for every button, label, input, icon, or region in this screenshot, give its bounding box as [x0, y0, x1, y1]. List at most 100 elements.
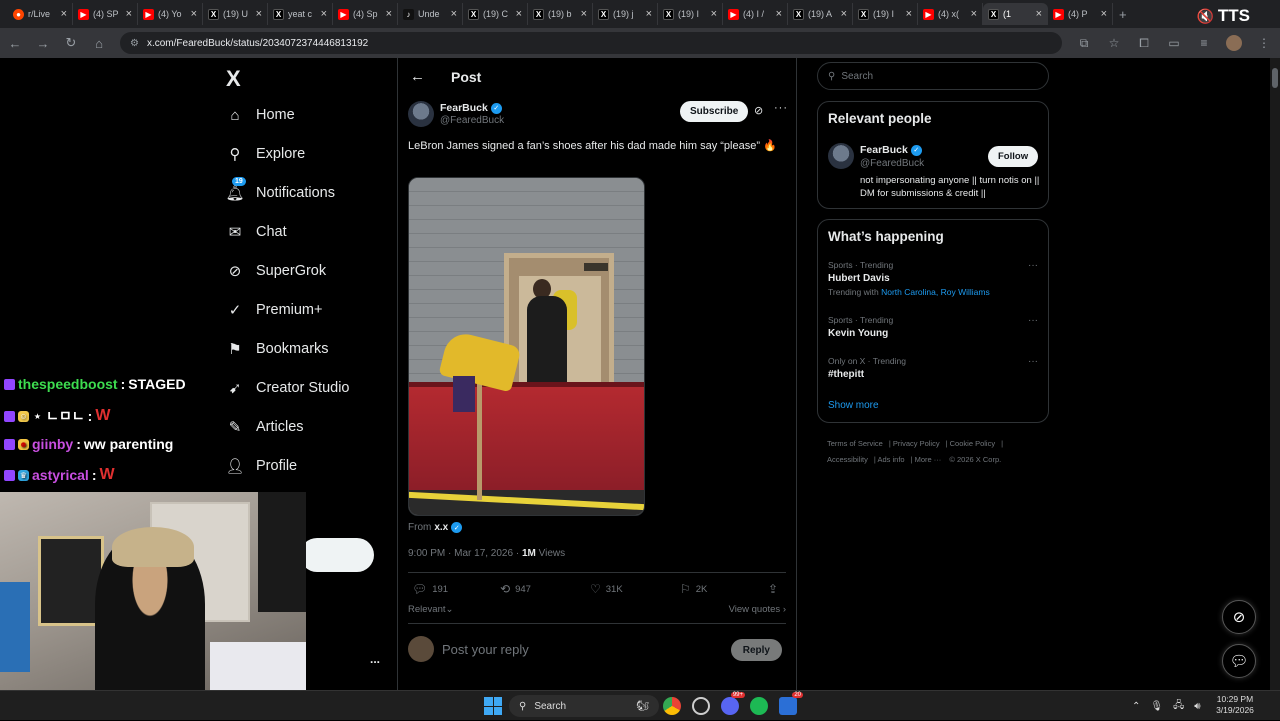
- new-tab-button[interactable]: +: [1119, 7, 1127, 22]
- back-arrow-icon[interactable]: ←: [410, 68, 425, 85]
- footer-link[interactable]: More ···: [915, 455, 942, 464]
- browser-tab[interactable]: ▶ (4) SP ×: [73, 3, 138, 25]
- spotify-icon[interactable]: [750, 697, 768, 715]
- author-avatar[interactable]: [408, 101, 434, 127]
- taskbar-search[interactable]: ⚲ Search 🐿︎: [509, 695, 659, 717]
- tab-close-icon[interactable]: ×: [906, 8, 912, 20]
- scrollbar-thumb[interactable]: [1272, 68, 1278, 88]
- messages-fab-icon[interactable]: 💬︎: [1222, 644, 1256, 678]
- grok-icon[interactable]: ⊘: [754, 104, 763, 117]
- browser-tab[interactable]: ▶ (4) P ×: [1048, 3, 1113, 25]
- browser-tab[interactable]: ● r/Live ×: [8, 3, 73, 25]
- sort-dropdown[interactable]: Relevant⌄: [408, 604, 453, 615]
- tab-close-icon[interactable]: ×: [451, 8, 457, 20]
- nav-creator-studio[interactable]: ➹ Creator Studio: [226, 379, 350, 397]
- more-options-icon[interactable]: ···: [1028, 260, 1038, 271]
- show-more-link[interactable]: Show more: [828, 400, 879, 411]
- install-app-icon[interactable]: ⧉: [1076, 36, 1092, 51]
- reload-icon[interactable]: ↻: [64, 35, 78, 51]
- x-logo[interactable]: X: [226, 66, 241, 92]
- tab-close-icon[interactable]: ×: [386, 8, 392, 20]
- tab-close-icon[interactable]: ×: [776, 8, 782, 20]
- grok-fab-icon[interactable]: ⊘: [1222, 600, 1256, 634]
- tab-close-icon[interactable]: ×: [516, 8, 522, 20]
- nav-bookmarks[interactable]: ⚑ Bookmarks: [226, 340, 328, 358]
- volume-icon[interactable]: 🔊︎: [1194, 701, 1200, 712]
- account-more-button[interactable]: ...: [370, 652, 380, 666]
- browser-tab[interactable]: ▶ (4) Sp ×: [333, 3, 398, 25]
- reply-input[interactable]: Post your reply: [442, 642, 529, 657]
- nav-home[interactable]: ⌂ Home: [226, 106, 294, 124]
- forward-icon[interactable]: →: [36, 36, 50, 51]
- tab-close-icon[interactable]: ×: [971, 8, 977, 20]
- more-options-icon[interactable]: ···: [774, 102, 788, 114]
- back-icon[interactable]: ←: [8, 36, 22, 51]
- search-input[interactable]: ⚲ Search: [817, 62, 1049, 90]
- discord-icon[interactable]: 99+: [721, 692, 745, 715]
- bookmark-star-icon[interactable]: ☆: [1106, 36, 1122, 50]
- post-video[interactable]: [408, 177, 645, 516]
- browser-tab[interactable]: X (1 ×: [983, 3, 1048, 25]
- tab-close-icon[interactable]: ×: [1101, 8, 1107, 20]
- browser-tab[interactable]: X (19) j ×: [593, 3, 658, 25]
- tab-close-icon[interactable]: ×: [646, 8, 652, 20]
- trend-item[interactable]: Sports · Trending Hubert Davis Trending …: [828, 260, 1042, 297]
- browser-tab[interactable]: X (19) U ×: [203, 3, 268, 25]
- home-button-icon[interactable]: ⌂: [92, 36, 106, 51]
- from-user[interactable]: x.x: [434, 522, 448, 533]
- browser-tab[interactable]: X (19) C ×: [463, 3, 528, 25]
- nav-notifications[interactable]: 🔔︎ 19 Notifications: [225, 177, 335, 202]
- extensions-icon[interactable]: ⧠: [1136, 36, 1152, 51]
- tab-close-icon[interactable]: ×: [321, 8, 327, 20]
- browser-tab[interactable]: ▶ (4) I / ×: [723, 3, 788, 25]
- profile-avatar[interactable]: [1226, 35, 1242, 51]
- nav-profile[interactable]: 👤︎ Profile: [225, 457, 297, 475]
- app-icon[interactable]: 20: [779, 692, 803, 715]
- more-options-icon[interactable]: ···: [1028, 315, 1038, 326]
- browser-tab[interactable]: X (19) I ×: [853, 3, 918, 25]
- footer-link[interactable]: Terms of Service: [827, 439, 883, 448]
- person-name-row[interactable]: FearBuck ✓: [860, 144, 922, 156]
- browser-tab[interactable]: ▶ (4) x(×: [918, 3, 983, 25]
- browser-tab[interactable]: X (19) b ×: [528, 3, 593, 25]
- trend-item[interactable]: Only on X · Trending #thepitt ···: [828, 356, 1042, 380]
- author-handle[interactable]: @FearedBuck: [440, 115, 504, 126]
- page-scrollbar[interactable]: [1270, 58, 1280, 690]
- chrome-icon[interactable]: [663, 697, 681, 715]
- bookmark-action[interactable]: ⚐ 2K: [680, 582, 707, 596]
- obs-icon[interactable]: [692, 697, 710, 715]
- share-action[interactable]: ⇪: [768, 582, 778, 596]
- media-control-icon[interactable]: ≡: [1196, 36, 1212, 50]
- menu-kebab-icon[interactable]: ⋮: [1256, 36, 1272, 50]
- mic-icon[interactable]: 🎙︎: [1150, 701, 1163, 712]
- trend-with-links[interactable]: North Carolina, Roy Williams: [881, 287, 990, 297]
- network-icon[interactable]: 🖧︎: [1173, 698, 1184, 715]
- follow-button[interactable]: Follow: [988, 146, 1039, 167]
- tray-chevron-icon[interactable]: ⌃: [1132, 701, 1140, 712]
- tab-close-icon[interactable]: ×: [191, 8, 197, 20]
- browser-tab[interactable]: ▶ (4) Yo ×: [138, 3, 203, 25]
- browser-tab[interactable]: Xyeat c ×: [268, 3, 333, 25]
- browser-tab[interactable]: X (19) I ×: [658, 3, 723, 25]
- nav-chat[interactable]: ✉ Chat: [226, 223, 287, 241]
- view-quotes-link[interactable]: View quotes ›: [729, 604, 786, 615]
- tab-close-icon[interactable]: ×: [61, 8, 67, 20]
- footer-link[interactable]: Ads info: [877, 455, 904, 464]
- more-options-icon[interactable]: ···: [1028, 356, 1038, 367]
- tab-close-icon[interactable]: ×: [256, 8, 262, 20]
- like-action[interactable]: ♡ 31K: [590, 582, 623, 596]
- subscribe-button[interactable]: Subscribe: [680, 101, 749, 122]
- site-info-icon[interactable]: ⚙: [130, 38, 139, 49]
- reply-action[interactable]: 💬︎ 191: [412, 582, 448, 596]
- tab-close-icon[interactable]: ×: [711, 8, 717, 20]
- post-button[interactable]: [300, 538, 374, 572]
- browser-tab[interactable]: X (19) A ×: [788, 3, 853, 25]
- tab-close-icon[interactable]: ×: [841, 8, 847, 20]
- tab-close-icon[interactable]: ×: [581, 8, 587, 20]
- footer-link[interactable]: Privacy Policy: [893, 439, 940, 448]
- nav-premium[interactable]: ✓ Premium+: [226, 301, 323, 319]
- nav-supergrok[interactable]: ⊘ SuperGrok: [226, 262, 326, 280]
- sidebar-icon[interactable]: ▭: [1166, 36, 1182, 50]
- author-name-row[interactable]: FearBuck ✓: [440, 102, 502, 114]
- tab-close-icon[interactable]: ×: [1036, 8, 1042, 20]
